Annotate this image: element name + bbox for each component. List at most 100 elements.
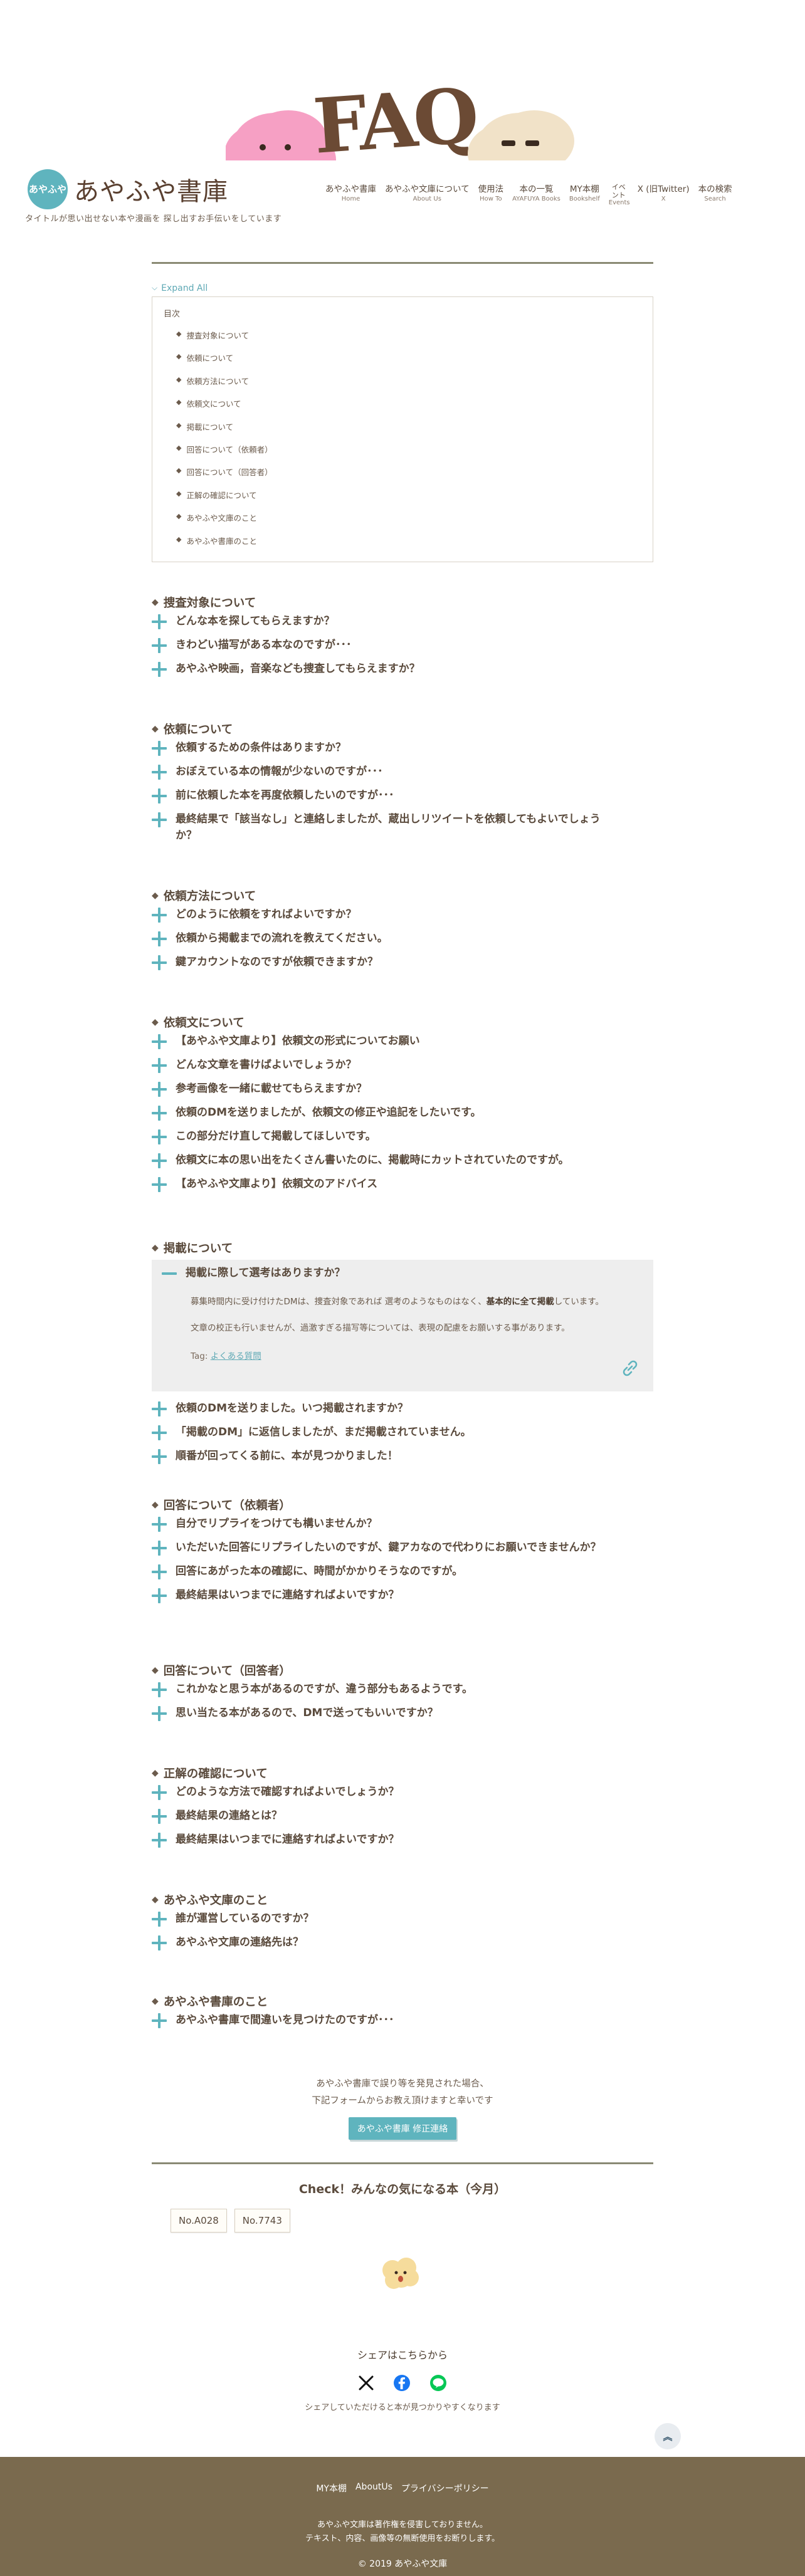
toc-item[interactable]: ◆ あやふや書庫のこと — [164, 535, 641, 557]
footer-links: MY本棚 AboutUs プライバシーポリシー — [0, 2482, 805, 2495]
plus-icon — [152, 788, 167, 804]
link-icon[interactable] — [619, 1358, 641, 1379]
faq-question-open[interactable]: 掲載に際して選考はありますか？ — [162, 1265, 643, 1289]
faq-question[interactable]: 【あやふや文庫より】依頼文の形式についてお願い — [152, 1030, 653, 1054]
tag-link[interactable]: よくある質問 — [211, 1351, 261, 1361]
toc-item[interactable]: ◆ 依頼方法について — [164, 375, 641, 397]
faq-question[interactable]: どのように依頼をすればよいですか？ — [152, 904, 653, 928]
faq-question[interactable]: 依頼するための条件はありますか？ — [152, 737, 653, 761]
site-tagline: タイトルが思い出せない本や漫画を 探し出すお手伝いをしています — [25, 214, 282, 224]
faq-section: ◆ 依頼について 依頼するための条件はありますか？ おぼえている本の情報が少ないの… — [152, 721, 653, 846]
nav-events[interactable]: イベント Events — [604, 183, 633, 207]
toc-item[interactable]: ◆ 正解の確認について — [164, 489, 641, 511]
faq-question[interactable]: この部分だけ直して掲載してほしいです。 — [152, 1126, 653, 1149]
section-heading: ◆ 掲載について — [152, 1242, 233, 1255]
x-share-icon[interactable] — [358, 2375, 374, 2391]
faq-question[interactable]: どのような方法で確認すればよいでしょうか？ — [152, 1781, 653, 1805]
footer-link-bookshelf[interactable]: MY本棚 — [316, 2482, 347, 2495]
nav-how-to[interactable]: 使用法 How To — [474, 183, 508, 203]
toc-item[interactable]: ◆ 捜査対象について — [164, 329, 641, 352]
plus-icon — [152, 1425, 167, 1440]
nav-about[interactable]: あやふや文庫について About Us — [381, 183, 474, 203]
popular-book-tag[interactable]: No.A028 — [171, 2209, 227, 2233]
answer-paragraph: 文章の校正も行いませんが、過激すぎる描写等については、表現の配慮をお願いする事が… — [191, 1323, 570, 1333]
faq-question[interactable]: どんな文章を書けばよいでしょうか？ — [152, 1054, 653, 1078]
plus-icon — [152, 1706, 167, 1721]
diamond-icon: ◆ — [152, 1665, 159, 1675]
faq-question[interactable]: 依頼から掲載までの流れを教えてください。 — [152, 928, 653, 951]
section-heading: ◆ 回答について（回答者） — [152, 1665, 291, 1678]
faq-question[interactable]: 回答にあがった本の確認に、時間がかかりそうなのですが。 — [152, 1561, 653, 1584]
footer-note: あやふや文庫は著作権を侵害しておりません。 テキスト、内容、画像等の無断使用をお… — [305, 2520, 500, 2543]
faq-question[interactable]: あやふや文庫の連絡先は？ — [152, 1932, 653, 1956]
faq-question[interactable]: 最終結果はいつまでに連絡すればよいですか？ — [152, 1829, 653, 1853]
popular-book-tag[interactable]: No.7743 — [234, 2209, 290, 2233]
back-to-top-button[interactable]: ︽ — [655, 2423, 681, 2449]
faq-section: ◆ 回答について（回答者） これかなと思う本があるのですが、違う部分もあるようです… — [152, 1662, 653, 1726]
expand-all-toggle[interactable]: ⌵ Expand All — [152, 283, 653, 294]
copyright: © 2019 あやふや文庫 — [357, 2559, 448, 2569]
answer-tags: Tag: よくある質問 — [191, 1351, 261, 1361]
toc-item[interactable]: ◆ 依頼について — [164, 352, 641, 374]
nav-bookshelf[interactable]: MY本棚 Bookshelf — [565, 183, 604, 203]
faq-question[interactable]: 「掲載のDM」に返信しましたが、まだ掲載されていません。 — [152, 1422, 653, 1445]
toc-item[interactable]: ◆ 回答について（依頼者） — [164, 443, 641, 466]
faq-question[interactable]: どんな本を探してもらえますか？ — [152, 610, 653, 634]
faq-question[interactable]: あやふや書庫で間違いを見つけたのですが･･･ — [152, 2009, 653, 2033]
faq-question[interactable]: きわどい描写がある本なのですが･･･ — [152, 634, 653, 658]
plus-icon — [152, 614, 167, 629]
toc-item[interactable]: ◆ あやふや文庫のこと — [164, 511, 641, 534]
faq-question[interactable]: 参考画像を一緒に載せてもらえますか？ — [152, 1078, 653, 1102]
toc-item[interactable]: ◆ 依頼文について — [164, 397, 641, 420]
popular-books-title: Check！みんなの気になる本（今月） — [298, 2182, 507, 2196]
faq-question[interactable]: 依頼のDMを送りましたが、依頼文の修正や追記をしたいです。 — [152, 1102, 653, 1126]
faq-question[interactable]: あやふや映画，音楽なども捜査してもらえますか？ — [152, 658, 653, 682]
faq-question[interactable]: 依頼文に本の思い出をたくさん書いたのに、掲載時にカットされていたのですが。 — [152, 1149, 653, 1173]
site-logo[interactable]: あやふや あやふや書庫 — [28, 169, 228, 209]
plus-icon — [152, 1935, 167, 1950]
nav-x[interactable]: X (旧Twitter) X — [633, 183, 694, 203]
faq-question[interactable]: いただいた回答にリプライしたいのですが、鍵アカなので代わりにお願いできませんか？ — [152, 1537, 653, 1561]
section-heading: ◆ 依頼について — [152, 723, 233, 736]
plus-icon — [152, 955, 167, 970]
faq-question[interactable]: 順番が回ってくる前に、本が見つかりました！ — [152, 1445, 653, 1469]
nav-home[interactable]: あやふや書庫 Home — [321, 183, 381, 203]
report-section: あやふや書庫で誤り等を発見された場合、 下記フォームからお教え頂けますと幸いです… — [0, 2076, 805, 2140]
facebook-share-icon[interactable] — [393, 2374, 411, 2392]
plus-icon — [152, 812, 167, 827]
report-button[interactable]: あやふや書庫 修正連絡 — [348, 2117, 457, 2140]
faq-question[interactable]: 最終結果はいつまでに連絡すればよいですか？ — [152, 1584, 653, 1608]
nav-books[interactable]: 本の一覧 AYAFUYA Books — [508, 183, 565, 203]
diamond-icon: ◆ — [176, 489, 182, 498]
faq-question[interactable]: 依頼のDMを送りました。いつ掲載されますか？ — [152, 1398, 653, 1422]
faq-question[interactable]: おぼえている本の情報が少ないのですが･･･ — [152, 761, 653, 785]
nav-search[interactable]: 本の検索 Search — [694, 183, 737, 203]
toc-item[interactable]: ◆ 掲載について — [164, 421, 641, 443]
plus-icon — [152, 1034, 167, 1049]
toc-item[interactable]: ◆ 回答について（回答者） — [164, 466, 641, 488]
plus-icon — [152, 662, 167, 677]
footer-link-privacy[interactable]: プライバシーポリシー — [401, 2482, 489, 2495]
faq-question[interactable]: これかなと思う本があるのですが、違う部分もあるようです。 — [152, 1678, 653, 1702]
faq-section: ◆ 回答について（依頼者） 自分でリプライをつけても構いませんか？ いただいた回答… — [152, 1497, 653, 1608]
plus-icon — [152, 1785, 167, 1800]
faq-question[interactable]: 【あやふや文庫より】依頼文のアドバイス — [152, 1173, 653, 1197]
faq-question[interactable]: 最終結果で「該当なし」と連絡しましたが、蔵出しリツイートを依頼してもよいでしょう… — [152, 809, 653, 846]
plus-icon — [152, 765, 167, 780]
faq-question[interactable]: 前に依頼した本を再度依頼したいのですが･･･ — [152, 785, 653, 809]
faq-question[interactable]: 最終結果の連絡とは？ — [152, 1805, 653, 1829]
section-heading: ◆ あやふや書庫のこと — [152, 1996, 268, 2009]
faq-question[interactable]: 誰が運営しているのですか？ — [152, 1908, 653, 1932]
footer-link-about[interactable]: AboutUs — [355, 2482, 392, 2495]
line-share-icon[interactable] — [429, 2374, 447, 2392]
answer-paragraph: 募集時間内に受け付けたDMは、捜査対象であれば 選考のようなものはなく、基本的に… — [191, 1297, 604, 1307]
section-heading: ◆ 回答について（依頼者） — [152, 1499, 291, 1512]
hero-title: FAQ — [310, 88, 478, 160]
diamond-icon: ◆ — [152, 1895, 159, 1905]
faq-question[interactable]: 思い当たる本があるので、DMで送ってもいいですか？ — [152, 1702, 653, 1726]
report-text: あやふや書庫で誤り等を発見された場合、 — [316, 2079, 489, 2089]
faq-section: ◆ 依頼方法について どのように依頼をすればよいですか？ 依頼から掲載までの流れを… — [152, 887, 653, 975]
faq-question[interactable]: 自分でリプライをつけても構いませんか？ — [152, 1513, 653, 1537]
plus-icon — [152, 1082, 167, 1097]
faq-question[interactable]: 鍵アカウントなのですが依頼できますか？ — [152, 951, 653, 975]
